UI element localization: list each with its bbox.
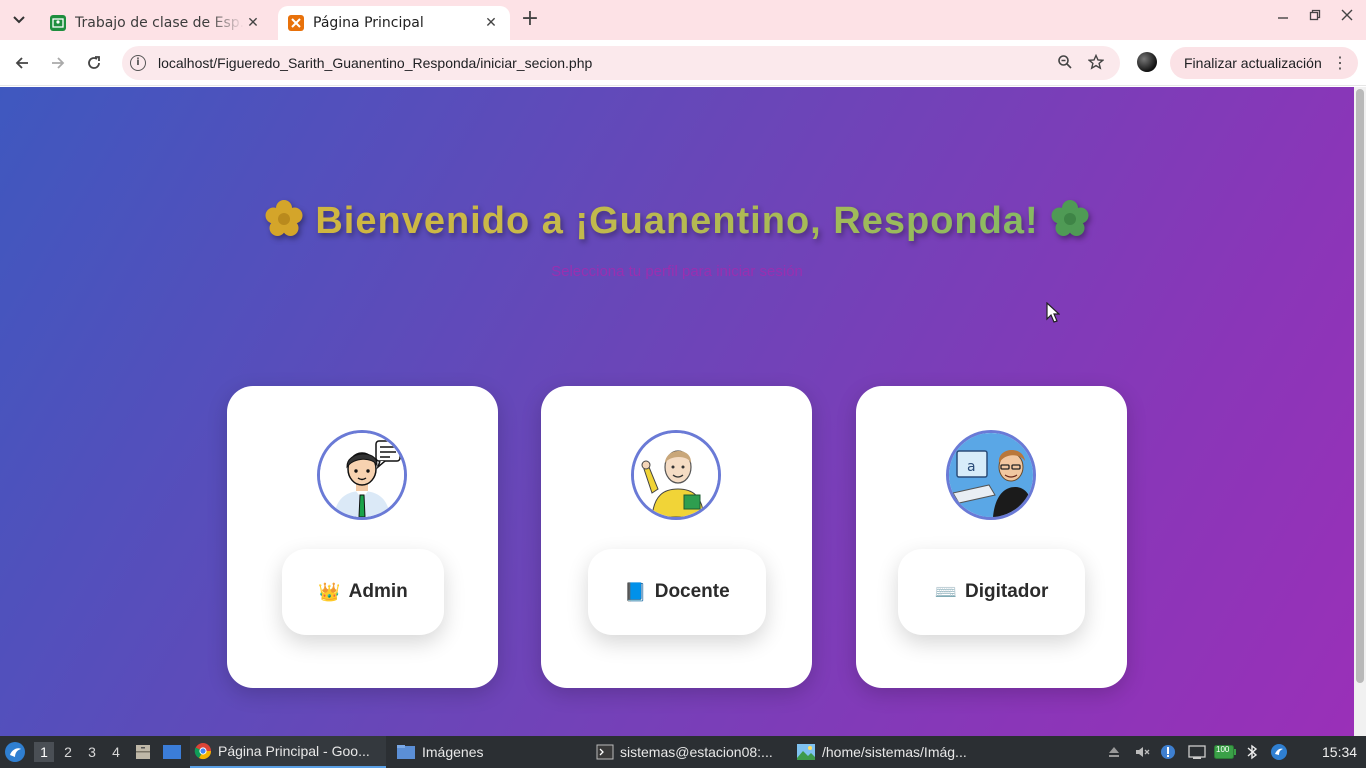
taskbar: 1 2 3 4 Página Principal - Goo... Imágen…: [0, 736, 1366, 768]
scrollbar-thumb[interactable]: [1356, 89, 1364, 683]
file-cabinet-icon: [136, 745, 150, 759]
keyboard-icon: ⌨️: [934, 581, 958, 602]
chrome-icon: [194, 743, 212, 760]
notification-icon[interactable]: [1160, 744, 1176, 760]
file-manager-launcher[interactable]: [134, 736, 152, 768]
folder-icon: [397, 745, 415, 759]
system-update-icon[interactable]: [1270, 743, 1288, 761]
reload-icon: [88, 56, 100, 69]
eject-icon[interactable]: [1106, 744, 1122, 760]
tab-search-button[interactable]: [6, 8, 32, 32]
tab-trabajo-de-clase[interactable]: Trabajo de clase de Esp. Sarith ✕: [40, 6, 272, 40]
profile-avatar[interactable]: [1137, 52, 1157, 72]
terminal-icon: [596, 744, 614, 760]
clock: 15:34: [1322, 744, 1358, 760]
url-text[interactable]: localhost/Figueredo_Sarith_Guanentino_Re…: [158, 55, 592, 71]
battery-level: 100: [1216, 745, 1230, 754]
role-card-admin[interactable]: 👑 Admin: [227, 386, 498, 688]
flower-left-icon: [265, 200, 303, 236]
volume-muted-icon[interactable]: [1134, 744, 1150, 760]
docente-avatar: [631, 430, 721, 520]
docente-button-label: Docente: [654, 581, 730, 602]
network-icon[interactable]: [1188, 744, 1206, 760]
mouse-cursor-icon: [1046, 302, 1060, 323]
taskbar-item-terminal[interactable]: sistemas@estacion08:...: [592, 736, 788, 768]
bluetooth-icon[interactable]: [1244, 744, 1260, 760]
bookmark-star-icon[interactable]: [1087, 53, 1105, 72]
address-bar[interactable]: i localhost/Figueredo_Sarith_Guanentino_…: [122, 46, 1120, 80]
page-viewport: Bienvenido a ¡Guanentino, Responda! Sele…: [0, 87, 1354, 736]
classroom-favicon-icon: [50, 15, 66, 31]
page-title-text: Bienvenido a ¡Guanentino, Responda!: [315, 200, 1039, 242]
taskbar-item-label: /home/sistemas/Imág...: [822, 744, 967, 760]
back-button[interactable]: [10, 51, 34, 75]
start-menu-button[interactable]: [4, 736, 26, 768]
taskbar-item-image-viewer[interactable]: /home/sistemas/Imág...: [792, 736, 988, 768]
zoom-icon[interactable]: [1056, 54, 1074, 72]
arrow-right-icon: [52, 57, 65, 69]
close-tab-icon[interactable]: ✕: [244, 14, 262, 32]
desktop-icon: [163, 745, 181, 759]
reload-button[interactable]: [82, 51, 106, 75]
digitador-button[interactable]: ⌨️ Digitador: [898, 549, 1085, 635]
restore-icon: [1309, 9, 1321, 21]
workspace-1[interactable]: 1: [34, 742, 54, 762]
arrow-left-icon: [15, 57, 28, 69]
tab-pagina-principal[interactable]: Página Principal ✕: [278, 6, 510, 40]
crown-icon: 👑: [318, 581, 341, 602]
minimize-button[interactable]: [1272, 9, 1294, 31]
tab-title: Trabajo de clase de Esp. Sarith: [75, 15, 244, 31]
app-menu-icon: [5, 742, 25, 762]
admin-button[interactable]: 👑 Admin: [282, 549, 444, 635]
workspace-4[interactable]: 4: [106, 742, 126, 762]
workspace-2[interactable]: 2: [58, 742, 78, 762]
chevron-down-icon: [13, 16, 25, 24]
role-card-docente[interactable]: 📘 Docente: [541, 386, 812, 688]
taskbar-item-label: Imágenes: [422, 744, 484, 760]
admin-avatar: [317, 430, 407, 520]
taskbar-item-label: Página Principal - Goo...: [218, 743, 370, 759]
close-icon: [1341, 9, 1353, 21]
page-title: Bienvenido a ¡Guanentino, Responda!: [0, 199, 1354, 243]
battery-indicator[interactable]: 100: [1214, 744, 1236, 760]
site-info-icon[interactable]: i: [130, 55, 146, 71]
close-tab-icon[interactable]: ✕: [482, 14, 500, 32]
new-tab-button[interactable]: +: [518, 8, 542, 32]
taskbar-item-label: sistemas@estacion08:...: [620, 744, 773, 760]
more-options-icon[interactable]: ⋮: [1332, 53, 1348, 73]
tab-title: Página Principal: [313, 15, 424, 31]
workspace-3[interactable]: 3: [82, 742, 102, 762]
browser-toolbar: i localhost/Figueredo_Sarith_Guanentino_…: [0, 40, 1366, 86]
svg-text:a: a: [967, 459, 976, 475]
taskbar-item-imagenes[interactable]: Imágenes: [392, 736, 582, 768]
update-button-label: Finalizar actualización: [1184, 55, 1322, 71]
digitador-avatar: a: [946, 430, 1036, 520]
docente-button[interactable]: 📘 Docente: [588, 549, 766, 635]
close-window-button[interactable]: [1336, 9, 1358, 31]
desktop-launcher[interactable]: [162, 736, 182, 768]
restore-button[interactable]: [1304, 9, 1326, 31]
blue-book-icon: 📘: [624, 581, 647, 602]
forward-button[interactable]: [46, 51, 70, 75]
minimize-icon: [1278, 17, 1288, 19]
taskbar-item-chrome[interactable]: Página Principal - Goo...: [190, 736, 386, 768]
digitador-button-label: Digitador: [965, 581, 1049, 602]
xampp-favicon-icon: [288, 15, 304, 31]
tab-strip: Trabajo de clase de Esp. Sarith ✕ Página…: [0, 0, 1366, 40]
image-viewer-icon: [797, 744, 815, 760]
flower-right-icon: [1051, 200, 1089, 236]
update-button[interactable]: Finalizar actualización ⋮: [1170, 47, 1358, 79]
page-subtitle: Selecciona tu perfil para iniciar sesión: [551, 263, 803, 280]
role-card-digitador[interactable]: a ⌨️ Digitador: [856, 386, 1127, 688]
admin-button-label: Admin: [348, 581, 408, 602]
page-scrollbar[interactable]: [1354, 87, 1366, 736]
